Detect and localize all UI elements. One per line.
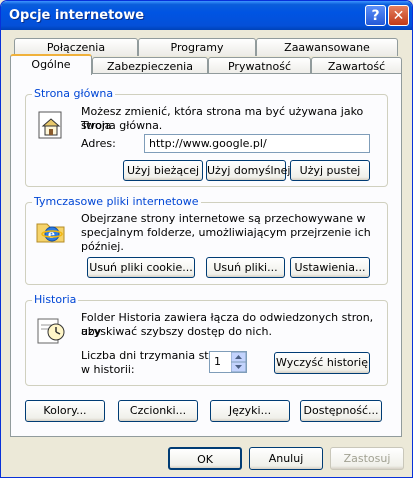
close-button[interactable]: ✕ [388, 5, 409, 26]
ie-folder-icon: e [36, 223, 65, 243]
ok-button[interactable]: OK [168, 447, 242, 470]
home-desc-line2: strona główna. [81, 119, 163, 132]
temp-desc-line1: Obejrzane strony internetowe są przechow… [81, 212, 366, 225]
apply-button[interactable]: Zastosuj [330, 447, 404, 470]
svg-text:e: e [48, 228, 55, 241]
delete-files-button[interactable]: Usuń pliki... [206, 257, 285, 278]
dialog-window: Opcje internetowe ? ✕ Połączenia Program… [0, 0, 413, 478]
clear-history-button[interactable]: Wyczyść historię [274, 352, 370, 374]
temp-files-group-title: Tymczasowe pliki internetowe [32, 195, 201, 208]
history-group: Historia Folder Historia zawiera łącza d… [25, 293, 388, 386]
tab-general[interactable]: Ogólne [10, 54, 92, 75]
tab-panel-general: Strona główna Możesz zmienić, która stro… [10, 73, 402, 437]
languages-button[interactable]: Języki... [210, 400, 290, 422]
cancel-button[interactable]: Anuluj [249, 447, 323, 470]
history-days-value: 1 [214, 355, 221, 368]
window-title: Opcje internetowe [9, 8, 145, 23]
use-current-button[interactable]: Użyj bieżącej [123, 160, 203, 181]
history-clock-icon [37, 318, 65, 344]
colors-button[interactable]: Kolory... [25, 400, 105, 422]
history-days-stepper[interactable]: 1 [209, 351, 247, 373]
temp-settings-button[interactable]: Ustawienia... [290, 257, 370, 278]
temp-desc-line2: specjalnym folderze, umożliwiającym prze… [81, 226, 371, 253]
use-blank-button[interactable]: Użyj pustej [290, 160, 370, 181]
tab-programs[interactable]: Programy [138, 38, 256, 56]
use-default-button[interactable]: Użyj domyślnej [206, 160, 290, 181]
title-bar[interactable]: Opcje internetowe ? ✕ [1, 1, 412, 30]
history-days-label-line2: w historii: [81, 363, 135, 376]
tab-advanced[interactable]: Zaawansowane [256, 38, 398, 56]
help-icon: ? [371, 8, 380, 24]
home-page-group-title: Strona główna [32, 87, 116, 100]
history-group-title: Historia [32, 293, 79, 306]
address-input[interactable]: http://www.google.pl/ [144, 134, 370, 153]
home-page-group: Strona główna Możesz zmienić, która stro… [25, 87, 388, 187]
spin-buttons[interactable] [231, 352, 246, 372]
history-days-label-line1: Liczba dni trzymania stron [81, 349, 227, 362]
history-desc-line2: uzyskiwać szybszy dostęp do nich. [81, 325, 272, 338]
help-button[interactable]: ? [365, 5, 386, 26]
fonts-button[interactable]: Czcionki... [118, 400, 198, 422]
delete-cookies-button[interactable]: Usuń pliki cookie... [87, 257, 195, 278]
temp-files-group: Tymczasowe pliki internetowe e Obejrzane… [25, 195, 388, 285]
home-page-icon [38, 111, 62, 139]
address-label: Adres: [81, 137, 116, 150]
close-icon: ✕ [392, 8, 405, 24]
accessibility-button[interactable]: Dostępność... [300, 400, 382, 422]
